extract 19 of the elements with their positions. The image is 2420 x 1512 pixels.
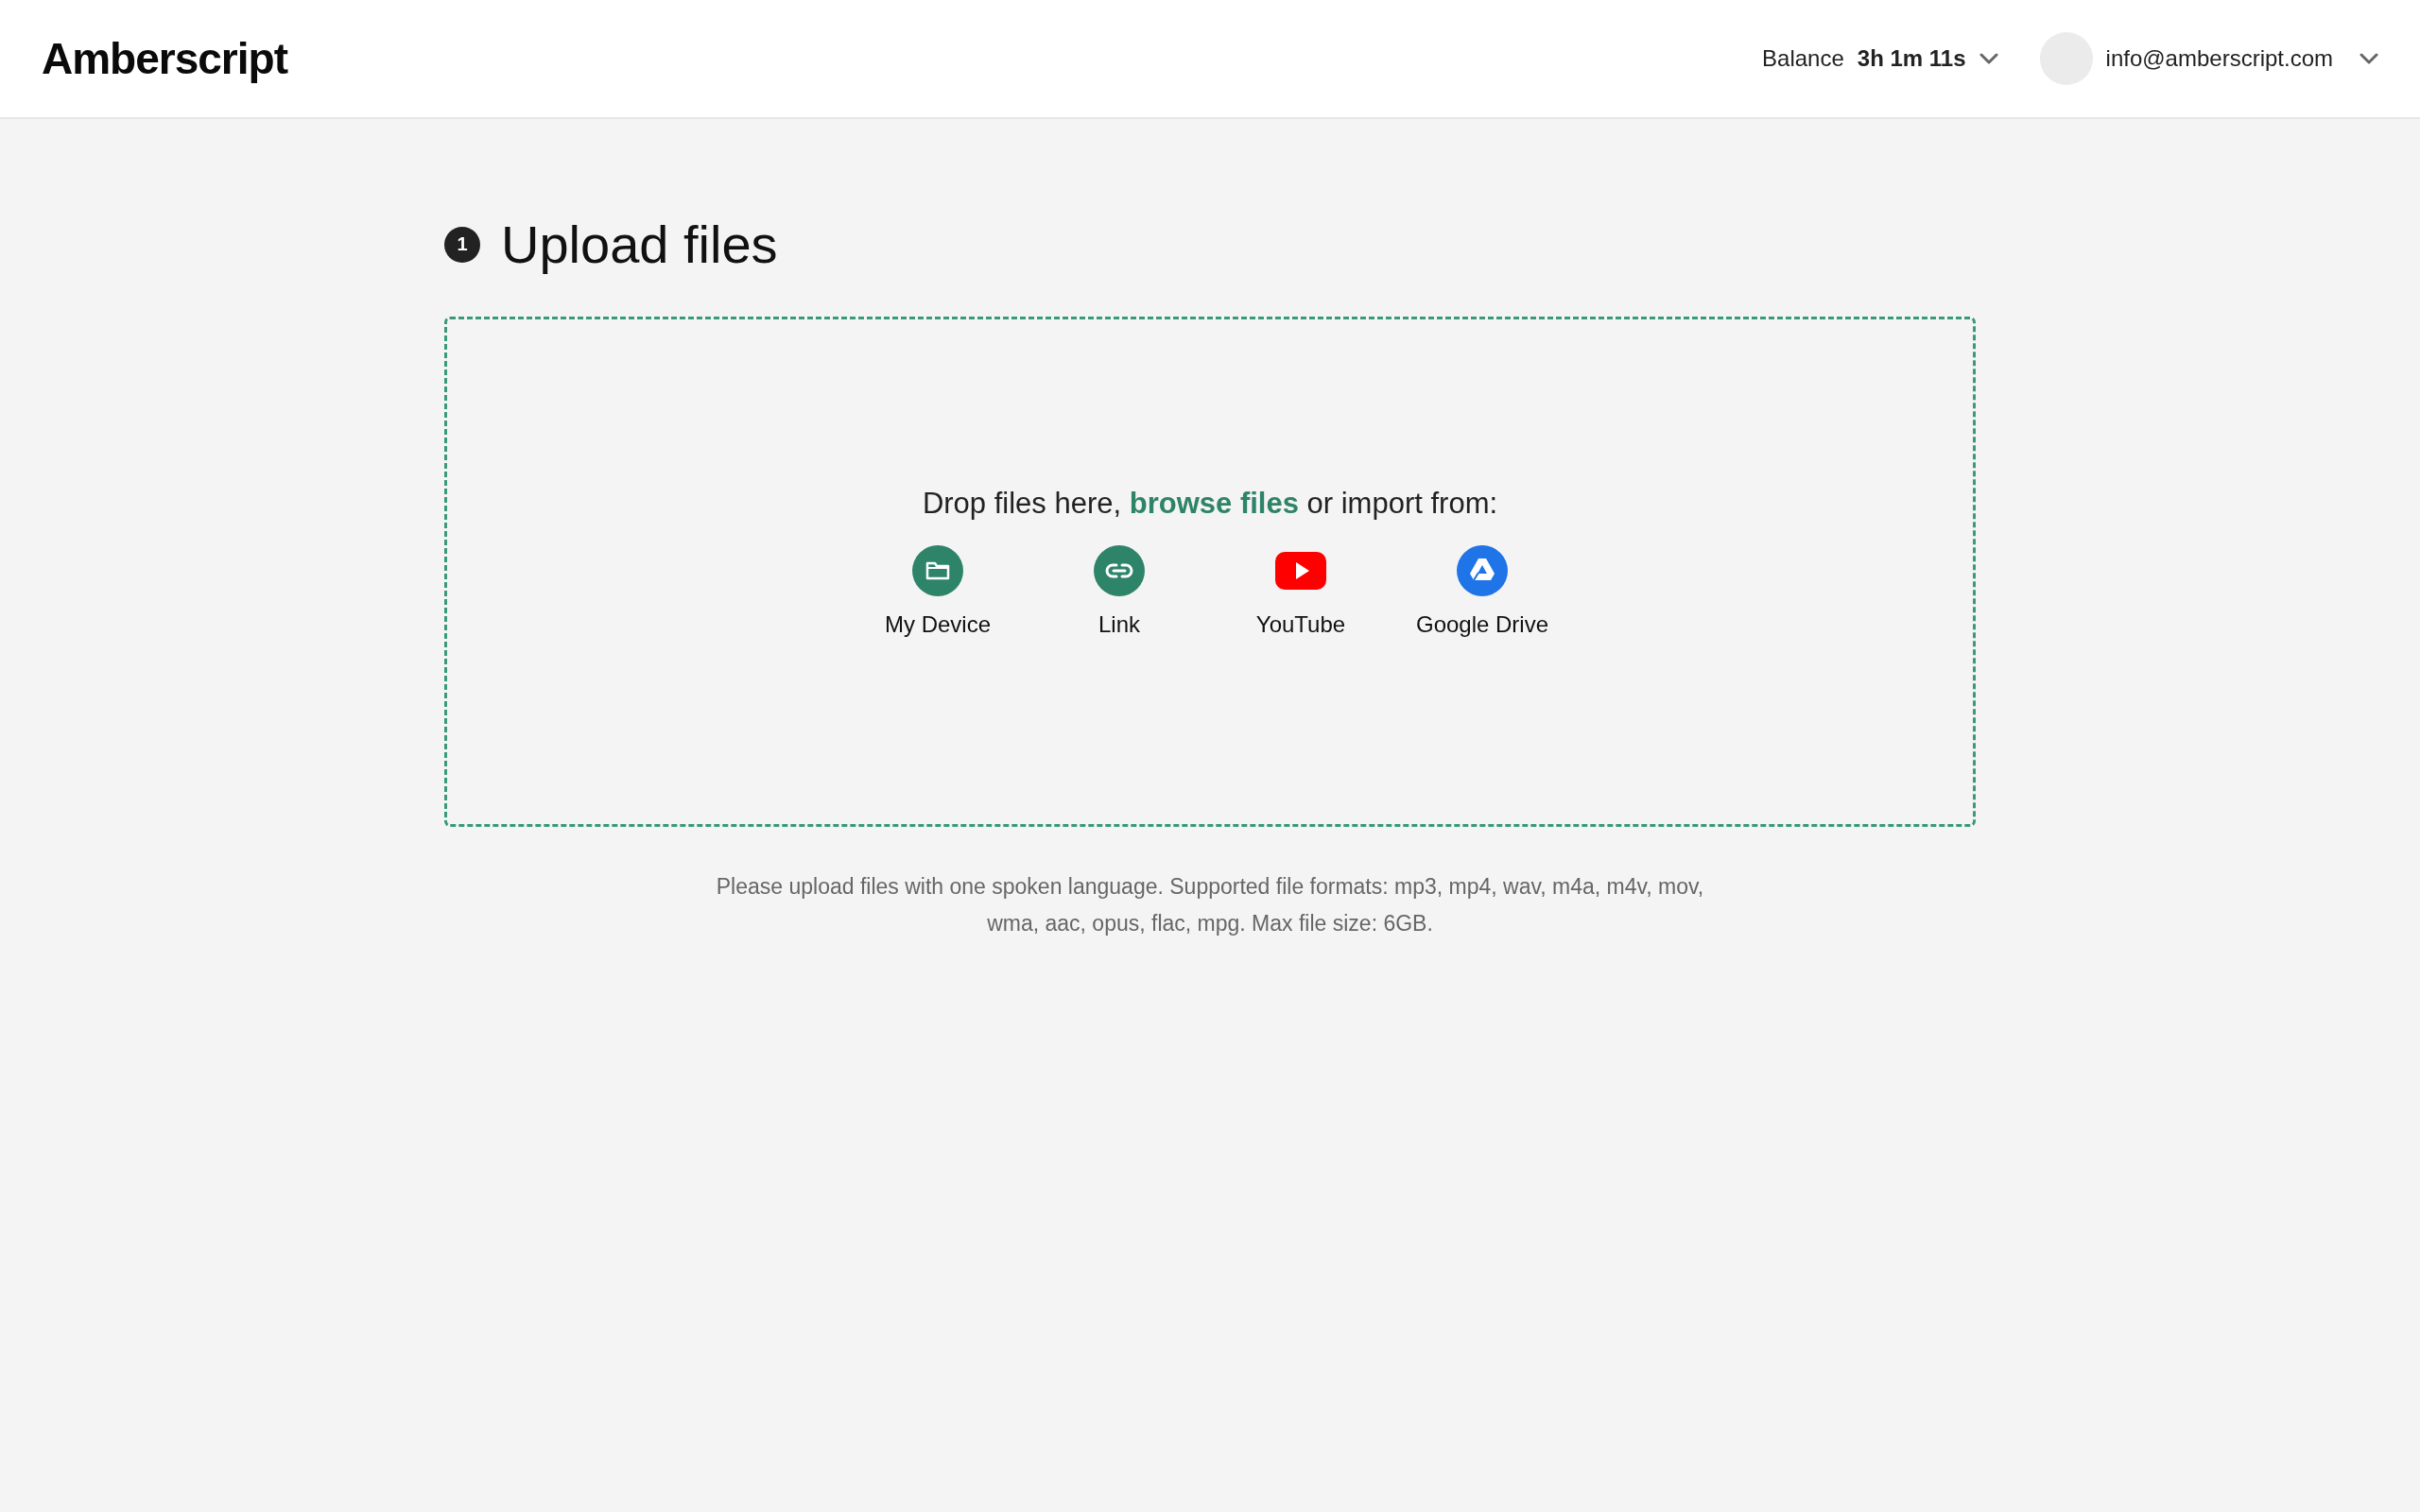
logo[interactable]: Amberscript — [42, 33, 287, 84]
import-source-button[interactable]: Link — [1028, 545, 1210, 638]
page-title: Upload files — [501, 214, 778, 275]
drive-icon — [1457, 545, 1508, 596]
step-number: 1 — [444, 226, 480, 263]
upload-note: Please upload files with one spoken language. Supported file formats: mp3, mp4, wav, m4a, m4v, mov, wma, aac, opus, flac, mpg. Max file size: 6GB. — [715, 873, 1705, 937]
balance-label: Balance — [1762, 45, 1844, 72]
import-source-button[interactable]: YouTube — [1210, 545, 1392, 638]
chevron-down-icon — [2360, 53, 2378, 64]
import-source-button[interactable]: Google Drive — [1392, 545, 1573, 638]
chevron-down-icon — [1979, 53, 1998, 64]
account-email[interactable]: info@amberscript.com — [2105, 45, 2333, 72]
drop-prompt: Drop files here, browse files or import from: — [922, 487, 1498, 521]
link-icon — [1094, 545, 1145, 596]
browse-files-link[interactable]: browse files — [1129, 487, 1299, 520]
balance-value[interactable]: 3h 1m 11s — [1857, 45, 1966, 72]
folder-icon — [912, 545, 963, 596]
drop-zone[interactable]: Drop files here, browse files or import from: My Device Link YouTube Google Drive — [444, 317, 1976, 827]
import-source-button[interactable]: My Device — [847, 545, 1028, 638]
